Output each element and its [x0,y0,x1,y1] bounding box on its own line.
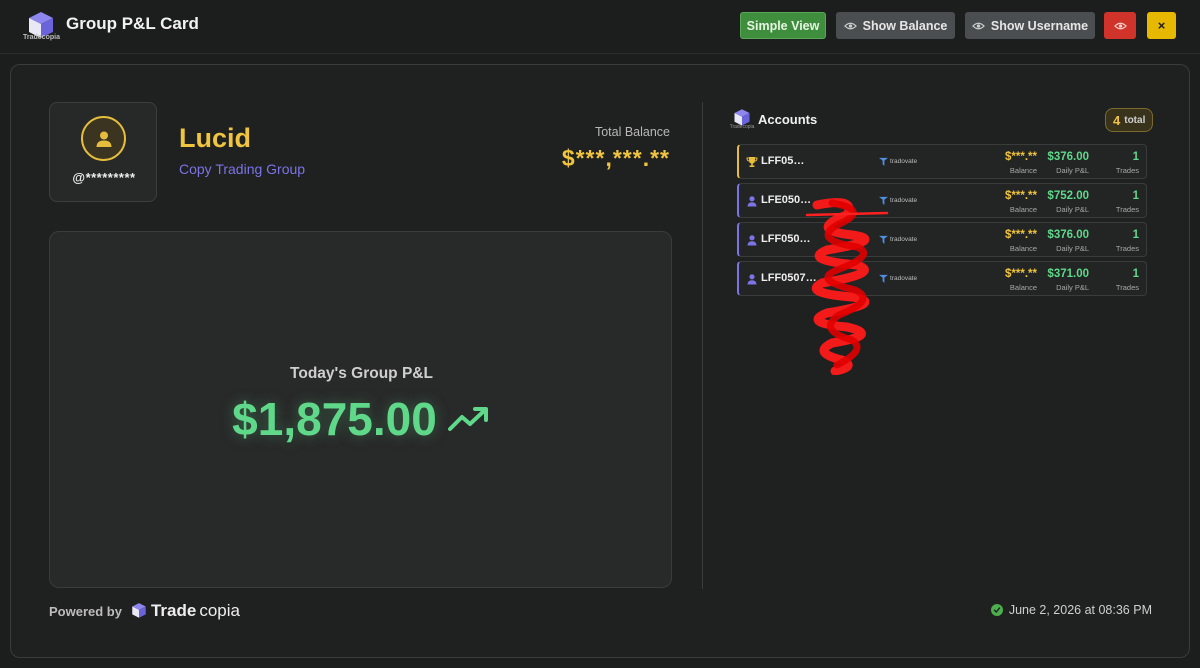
group-pnl-label: Today's Group P&L [290,365,433,382]
daily-pnl-label: Daily P&L [1056,205,1089,214]
account-row[interactable]: LFF0507… tradovate $***.** Balance $371.… [737,261,1147,296]
account-trades: 1 [1132,229,1139,241]
daily-pnl-label: Daily P&L [1056,166,1089,175]
accounts-count-badge: 4 total [1105,108,1154,132]
app-header: Tradecopia Group P&L Card Simple View Sh… [0,0,1200,54]
balance-label: Balance [1009,166,1037,175]
show-balance-button[interactable]: Show Balance [836,12,955,39]
close-button[interactable]: × [1147,12,1176,39]
show-username-button[interactable]: Show Username [965,12,1095,39]
trades-label: Trades [1115,205,1139,214]
account-daily-pnl: $376.00 [1047,229,1089,241]
accounts-count: 4 [1113,112,1121,128]
eye-icon [971,22,985,29]
account-daily-pnl: $752.00 [1047,190,1089,202]
account-row[interactable]: LFF050… tradovate $***.** Balance $376.0… [737,222,1147,257]
accounts-count-label: total [1124,114,1146,126]
broker-badge: tradovate [879,157,917,166]
group-pnl-row: $1,875.00 [50,392,673,446]
group-type: Copy Trading Group [179,161,306,177]
group-name: Lucid [179,123,251,153]
eye-icon [1113,22,1127,29]
user-icon [747,235,757,246]
account-trades: 1 [1132,151,1139,163]
powered-by: Powered by Trade copia [49,601,240,621]
timestamp-text: June 2, 2026 at 08:36 PM [1008,603,1152,617]
account-name: LFF050… [761,233,811,245]
tradecopia-logo-icon [132,603,146,618]
tradovate-icon [879,274,888,283]
account-trades: 1 [1132,190,1139,202]
account-row[interactable]: LFE050… tradovate $***.** Balance $752.0… [737,183,1147,218]
broker-name: tradovate [890,236,918,243]
daily-pnl-label: Daily P&L [1056,283,1089,292]
account-balance: $***.** [1005,151,1037,163]
close-icon: × [1157,18,1166,33]
account-balance: $***.** [1005,268,1037,280]
show-balance-label: Show Balance [862,18,948,33]
balance-label: Balance [1009,283,1037,292]
broker-badge: tradovate [879,235,917,244]
generated-timestamp: June 2, 2026 at 08:36 PM [990,603,1152,617]
balance-label: Balance [1009,244,1037,253]
footer-brand-light: copia [199,601,240,620]
simple-view-button[interactable]: Simple View [740,12,826,39]
username-handle: @********* [72,170,136,185]
total-balance-label: Total Balance [594,125,670,139]
avatar-panel: @********* [49,102,157,202]
account-name: LFF05… [761,155,805,167]
trophy-icon [746,157,758,167]
avatar [81,116,126,161]
daily-pnl-label: Daily P&L [1056,244,1089,253]
broker-badge: tradovate [879,274,917,283]
user-icon [96,131,111,147]
pnl-card: @********* Lucid Copy Trading Group Tota… [10,64,1190,658]
eye-icon [843,22,857,29]
accounts-title: Accounts [758,112,818,127]
trending-up-icon [447,407,488,431]
account-trades: 1 [1132,268,1139,280]
account-name: LFF0507… [761,272,817,284]
user-icon [747,196,757,207]
broker-name: tradovate [890,275,918,282]
balance-label: Balance [1009,205,1037,214]
footer-brand-bold: Trade [150,601,197,620]
total-balance-value: $***,***.** [561,145,670,171]
trades-label: Trades [1115,166,1139,175]
column-divider [702,102,703,589]
group-pnl-panel: Today's Group P&L $1,875.00 [49,231,672,588]
tradovate-icon [879,196,888,205]
tradovate-icon [879,235,888,244]
logo-caption: Tradecopia [23,34,60,41]
broker-badge: tradovate [879,196,917,205]
hide-all-button[interactable] [1104,12,1136,39]
account-name: LFE050… [761,194,812,206]
page-title: Group P&L Card [66,14,199,33]
footer-brand: Trade copia [130,601,240,621]
user-icon [747,274,757,285]
account-balance: $***.** [1005,190,1037,202]
account-balance: $***.** [1005,229,1037,241]
accounts-list: LFF05… tradovate $***.** Balance $376.00… [737,144,1147,300]
trades-label: Trades [1115,244,1139,253]
show-username-label: Show Username [990,18,1089,33]
broker-name: tradovate [890,158,918,165]
simple-view-label: Simple View [746,18,820,33]
trades-label: Trades [1115,283,1139,292]
powered-by-label: Powered by [49,603,122,619]
group-pnl-value: $1,875.00 [232,393,437,445]
account-row[interactable]: LFF05… tradovate $***.** Balance $376.00… [737,144,1147,179]
broker-name: tradovate [890,197,918,204]
account-daily-pnl: $376.00 [1047,151,1089,163]
check-circle-icon [990,604,1003,616]
account-daily-pnl: $371.00 [1047,268,1089,280]
accounts-logo-caption: Tradecopia [729,124,755,130]
tradovate-icon [879,157,888,166]
